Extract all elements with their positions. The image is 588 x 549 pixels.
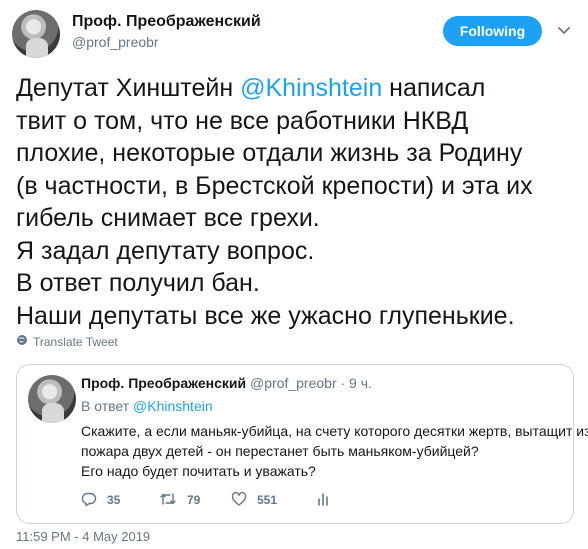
retweet-icon [159, 491, 177, 510]
reply-mention-link[interactable]: @Khinshtein [133, 398, 213, 414]
retweet-button[interactable]: 79 [159, 491, 231, 510]
following-button[interactable]: Following [443, 16, 542, 46]
reply-icon [81, 491, 97, 510]
globe-icon [16, 334, 28, 349]
quoted-body-line: Его надо будет почитать и уважать? [81, 463, 316, 479]
tweet-line: твит о том, что не все работники НКВД [16, 106, 469, 135]
translate-label: Translate Tweet [33, 334, 118, 349]
tweet-line: Депутат Хинштейн @Khinshtein написал [16, 72, 576, 105]
quoted-reply-context: В ответ @Khinshtein [81, 398, 213, 414]
like-count: 551 [257, 493, 278, 507]
analytics-icon [316, 491, 330, 510]
author-handle[interactable]: @prof_preobr [72, 33, 261, 52]
tweet-line-text: Депутат Хинштейн [16, 74, 241, 102]
like-button[interactable]: 551 [231, 491, 316, 510]
chevron-down-icon[interactable] [556, 22, 572, 38]
tweet-line: плохие, некоторые отдали жизнь за Родину [16, 139, 523, 167]
quoted-author-avatar[interactable] [28, 375, 76, 423]
quoted-author-name[interactable]: Проф. Преображенский [81, 375, 246, 391]
tweet-line: Наши депутаты все же ужасно глупенькие. [16, 301, 515, 330]
author-avatar[interactable] [12, 10, 60, 58]
tweet-timestamp[interactable]: 11:59 PM - 4 May 2019 [16, 529, 150, 544]
quoted-body-line: Скажите, а если маньяк-убийца, на счету … [81, 423, 588, 439]
analytics-button[interactable] [316, 491, 330, 510]
retweet-count: 79 [187, 493, 201, 507]
quoted-body: Скажите, а если маньяк-убийца, на счету … [81, 421, 588, 481]
reply-button[interactable]: 35 [81, 491, 159, 510]
mention-link[interactable]: @Khinshtein [240, 74, 382, 102]
heart-icon [231, 491, 247, 510]
tweet-line: Я задал депутату вопрос. [16, 236, 315, 265]
tweet-line-text: написал [382, 74, 486, 102]
reply-prefix: В ответ [81, 398, 134, 414]
quoted-body-line: пожара двух детей - он перестанет быть м… [81, 443, 479, 459]
tweet-line: В ответ получил бан. [16, 269, 260, 297]
quoted-tweet[interactable]: Проф. Преображенский @prof_preobr · 9 ч.… [16, 364, 588, 524]
quoted-header: Проф. Преображенский @prof_preobr · 9 ч. [81, 375, 372, 391]
translate-tweet-link[interactable]: Translate Tweet [16, 334, 118, 349]
tweet-text: Депутат Хинштейн @Khinshtein написал тви… [16, 72, 576, 332]
author-name[interactable]: Проф. Преображенский [72, 12, 261, 32]
reply-count: 35 [107, 493, 121, 507]
action-bar: 35 79 551 [81, 489, 330, 511]
tweet-line: гибель снимает все грехи. [16, 204, 320, 232]
tweet-line: (в частности, в Брестской крепости) и эт… [16, 171, 533, 200]
author-block: Проф. Преображенский @prof_preobr [72, 12, 261, 52]
quoted-meta: @prof_preobr · 9 ч. [246, 375, 372, 391]
